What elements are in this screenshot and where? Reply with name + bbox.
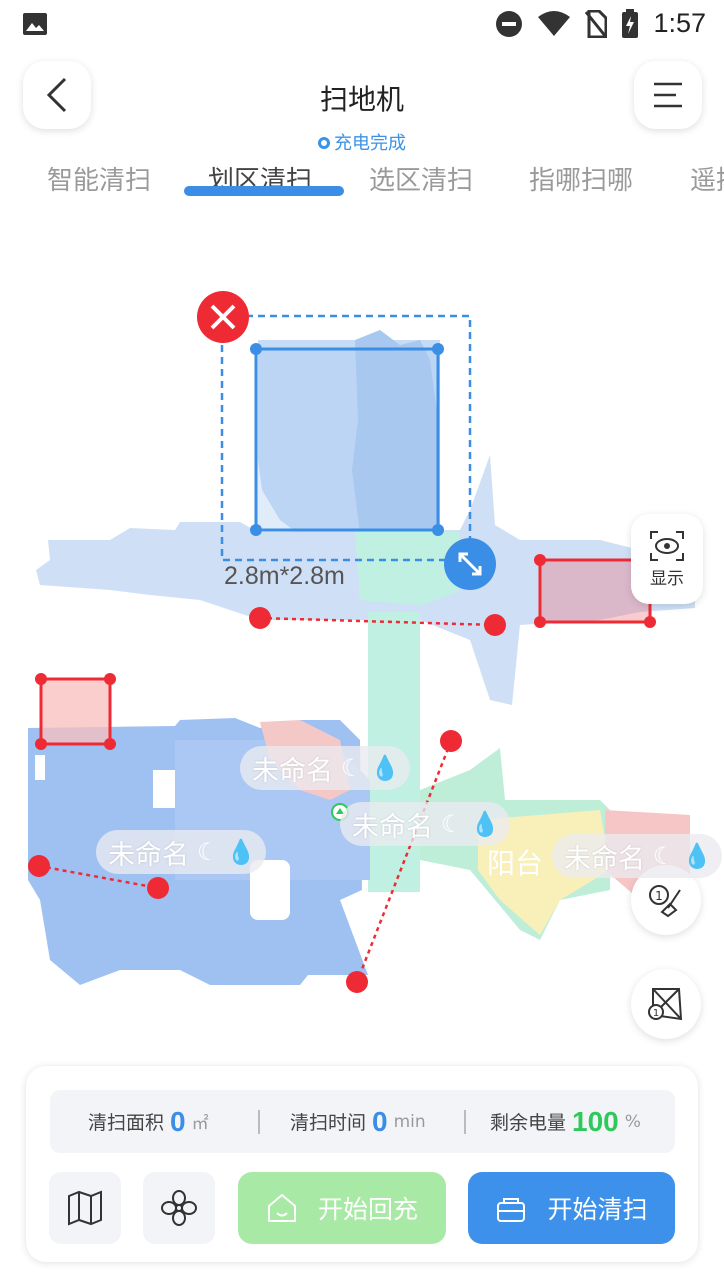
divider [258, 1110, 260, 1134]
no-go-zone-handle[interactable] [534, 554, 546, 566]
map-icon [68, 1190, 102, 1226]
wifi-icon [538, 10, 571, 36]
map-area[interactable]: 显示 1 1 2.8m*2.8m 未命名 ☾ 💧 未命名 ☾ 💧 未命名 ☾ 💧 阳台… [0, 220, 724, 1060]
eye-scan-icon [650, 530, 684, 561]
room-label[interactable]: 未命名 ☾ 💧 [340, 802, 511, 846]
display-label: 显示 [650, 568, 684, 589]
battery-charging-icon [622, 8, 639, 38]
do-not-disturb-icon [496, 10, 523, 37]
zone-corner-handle[interactable] [250, 524, 262, 536]
no-sim-icon [585, 9, 608, 38]
virtual-wall-endpoint[interactable] [484, 614, 506, 636]
polygon-area-icon: 1 [648, 988, 683, 1021]
status-dot-icon [318, 137, 330, 149]
map-obstacle [153, 770, 175, 808]
suction-power-button[interactable] [143, 1172, 215, 1244]
tab-remote-control[interactable]: 遥控 [690, 160, 724, 197]
virtual-wall-endpoint[interactable] [147, 877, 169, 899]
virtual-wall-endpoint[interactable] [346, 971, 368, 993]
start-clean-button[interactable]: 开始清扫 [468, 1172, 675, 1244]
status-time: 1:57 [653, 8, 706, 38]
moon-drops-icon: ☾ 💧 [197, 838, 257, 866]
robot-status: 充电完成 [0, 129, 724, 155]
no-go-zone-handle[interactable] [104, 738, 116, 750]
moon-drops-icon: ☾ 💧 [653, 842, 713, 870]
map-button[interactable] [49, 1172, 121, 1244]
tab-room-clean[interactable]: 选区清扫 [369, 160, 473, 197]
zone-corner-handle[interactable] [432, 343, 444, 355]
tab-spot-clean[interactable]: 指哪扫哪 [529, 160, 633, 197]
menu-icon [654, 82, 682, 108]
virtual-wall-endpoint[interactable] [28, 855, 50, 877]
stat-time: 清扫时间 0 min [290, 1105, 426, 1137]
room-label[interactable]: 未命名 ☾ 💧 [96, 830, 267, 874]
zone-dimension-label: 2.8m*2.8m [224, 562, 345, 590]
zone-corner-handle[interactable] [432, 524, 444, 536]
page-title: 扫地机 [319, 83, 404, 116]
cleaning-zone[interactable] [254, 347, 440, 532]
cleaning-stats: 清扫面积 0 ㎡ 清扫时间 0 min 剩余电量 100 % [50, 1090, 675, 1153]
active-tab-indicator [184, 186, 344, 196]
floor-map [28, 291, 695, 993]
resize-zone-icon[interactable] [444, 538, 496, 590]
room-label[interactable]: 未命名 ☾ 💧 [240, 746, 411, 790]
display-settings-button[interactable]: 显示 [631, 514, 703, 604]
divider [464, 1110, 466, 1134]
room-label-balcony[interactable]: 阳台 [487, 842, 543, 882]
control-panel: 清扫面积 0 ㎡ 清扫时间 0 min 剩余电量 100 % 开始回充 开始清扫 [26, 1066, 698, 1262]
home-icon [267, 1193, 296, 1222]
start-recharge-button[interactable]: 开始回充 [238, 1172, 446, 1244]
zone-edit-button[interactable]: 1 [631, 969, 701, 1039]
virtual-wall-endpoint[interactable] [440, 730, 462, 752]
no-go-zone-handle[interactable] [35, 673, 47, 685]
stat-area: 清扫面积 0 ㎡ [88, 1105, 209, 1137]
room-label[interactable]: 未命名 ☾ 💧 [552, 834, 723, 878]
map-obstacle [35, 755, 45, 780]
no-go-zone-handle[interactable] [644, 616, 656, 628]
moon-drops-icon: ☾ 💧 [441, 810, 501, 838]
virtual-wall-endpoint[interactable] [249, 607, 271, 629]
mode-tabs: 智能清扫 划区清扫 选区清扫 指哪扫哪 遥控 [0, 160, 724, 205]
zone-corner-handle[interactable] [250, 343, 262, 355]
fan-icon [161, 1190, 197, 1226]
delete-zone-icon[interactable] [197, 291, 249, 343]
map-corridor-green [355, 532, 460, 605]
no-go-zone-handle[interactable] [104, 673, 116, 685]
no-go-zone[interactable] [39, 677, 112, 746]
no-go-zone-handle[interactable] [35, 738, 47, 750]
broom-icon: 1 [649, 885, 681, 918]
basket-icon [497, 1198, 526, 1222]
svg-text:1: 1 [655, 889, 663, 903]
gallery-icon [23, 13, 47, 35]
menu-button[interactable] [634, 61, 702, 129]
tab-smart-clean[interactable]: 智能清扫 [47, 160, 151, 197]
no-go-zone-handle[interactable] [534, 616, 546, 628]
status-bar: 1:57 [0, 0, 724, 50]
svg-text:1: 1 [653, 1008, 659, 1019]
stat-battery: 剩余电量 100 % [490, 1105, 641, 1137]
moon-drops-icon: ☾ 💧 [341, 754, 401, 782]
